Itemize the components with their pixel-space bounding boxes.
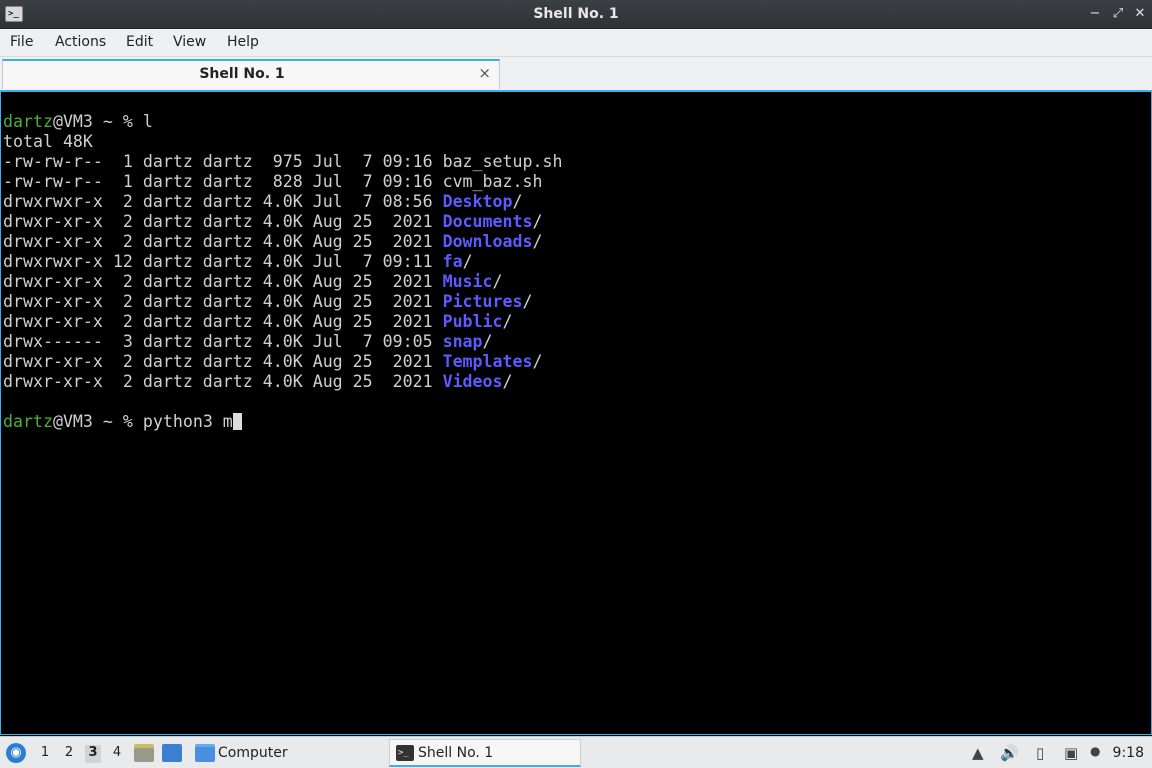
prompt-line: dartz@VM3 ~ % l	[3, 112, 1151, 132]
dir-suffix: /	[502, 312, 513, 331]
menu-edit[interactable]: Edit	[126, 34, 153, 50]
menu-file[interactable]: File	[10, 34, 33, 50]
folder-icon[interactable]	[195, 744, 215, 762]
ls-perm-info: -rw-rw-r-- 1 dartz dartz 828 Jul 7 09:16	[3, 172, 443, 191]
command-text: l	[142, 112, 153, 131]
network-icon[interactable]: ▣	[1064, 744, 1078, 762]
tab-shell-1[interactable]: Shell No. 1 ×	[2, 59, 500, 89]
ls-file-name: baz_setup.sh	[442, 152, 563, 171]
ls-dir-name: Videos	[442, 372, 503, 391]
computer-task-label[interactable]: Computer	[218, 745, 288, 761]
desktop-2-button[interactable]: 2	[61, 745, 77, 763]
dir-suffix: /	[502, 372, 513, 391]
ls-row: -rw-rw-r-- 1 dartz dartz 975 Jul 7 09:16…	[3, 152, 1151, 172]
ls-perm-info: drwx------ 3 dartz dartz 4.0K Jul 7 09:0…	[3, 332, 443, 351]
menu-help[interactable]: Help	[227, 34, 259, 50]
ls-dir-name: Downloads	[442, 232, 533, 251]
ls-dir-name: Templates	[442, 352, 533, 371]
command-text: python3 m	[142, 412, 233, 431]
eject-icon[interactable]: ▲	[972, 744, 984, 762]
ls-perm-info: drwxr-xr-x 2 dartz dartz 4.0K Aug 25 202…	[3, 312, 443, 331]
dir-suffix: /	[522, 292, 533, 311]
ls-row: -rw-rw-r-- 1 dartz dartz 828 Jul 7 09:16…	[3, 172, 1151, 192]
dir-suffix: /	[532, 232, 543, 251]
ls-perm-info: drwxr-xr-x 2 dartz dartz 4.0K Aug 25 202…	[3, 372, 443, 391]
dir-suffix: /	[462, 252, 473, 271]
text-cursor	[232, 413, 242, 430]
ls-row: drwxr-xr-x 2 dartz dartz 4.0K Aug 25 202…	[3, 272, 1151, 292]
prompt-line: dartz@VM3 ~ % python3 m	[3, 412, 1151, 432]
ls-row: drwxr-xr-x 2 dartz dartz 4.0K Aug 25 202…	[3, 312, 1151, 332]
update-notifier-icon[interactable]: ●	[1090, 744, 1100, 758]
ls-dir-name: snap	[442, 332, 483, 351]
dir-suffix: /	[482, 332, 493, 351]
task-shell-1[interactable]: >_ Shell No. 1	[389, 739, 581, 767]
tab-close-icon[interactable]: ×	[478, 64, 491, 82]
ls-dir-name: Music	[442, 272, 493, 291]
ls-perm-info: drwxrwxr-x 12 dartz dartz 4.0K Jul 7 09:…	[3, 252, 443, 271]
ls-dir-name: fa	[442, 252, 463, 271]
file-manager-launcher-icon[interactable]	[134, 744, 154, 762]
ls-row: drwx------ 3 dartz dartz 4.0K Jul 7 09:0…	[3, 332, 1151, 352]
total-line: total 48K	[3, 132, 93, 151]
desktop-1-button[interactable]: 1	[37, 745, 53, 763]
ls-dir-name: Pictures	[442, 292, 523, 311]
ls-perm-info: drwxrwxr-x 2 dartz dartz 4.0K Jul 7 08:5…	[3, 192, 443, 211]
desktop-4-button[interactable]: 4	[109, 745, 125, 763]
ls-perm-info: drwxr-xr-x 2 dartz dartz 4.0K Aug 25 202…	[3, 212, 443, 231]
clock[interactable]: 9:18	[1113, 745, 1144, 761]
prompt-user: dartz	[3, 112, 53, 131]
ls-perm-info: drwxr-xr-x 2 dartz dartz 4.0K Aug 25 202…	[3, 232, 443, 251]
tab-bar: Shell No. 1 ×	[0, 57, 1152, 90]
window-titlebar[interactable]: >_ Shell No. 1 − ⤢ ✕	[0, 0, 1152, 29]
tab-label: Shell No. 1	[199, 66, 285, 82]
dir-suffix: /	[492, 272, 503, 291]
ls-row: drwxrwxr-x 12 dartz dartz 4.0K Jul 7 09:…	[3, 252, 1151, 272]
maximize-button[interactable]: ⤢	[1110, 5, 1126, 23]
ls-perm-info: -rw-rw-r-- 1 dartz dartz 975 Jul 7 09:16	[3, 152, 443, 171]
volume-icon[interactable]: 🔊	[1000, 744, 1019, 762]
task-label: Shell No. 1	[418, 745, 494, 761]
dir-suffix: /	[512, 192, 523, 211]
terminal-output[interactable]: dartz@VM3 ~ % l total 48K -rw-rw-r-- 1 dar…	[0, 90, 1152, 735]
prompt-user: dartz	[3, 412, 53, 431]
start-menu-icon[interactable]: ◉	[6, 743, 26, 763]
taskbar: ◉ 1 2 3 4 Computer >_ Shell No. 1 ▲ 🔊 ▯ …	[0, 736, 1152, 768]
ls-dir-name: Public	[442, 312, 503, 331]
ls-row: drwxr-xr-x 2 dartz dartz 4.0K Aug 25 202…	[3, 352, 1151, 372]
ls-row: drwxrwxr-x 2 dartz dartz 4.0K Jul 7 08:5…	[3, 192, 1151, 212]
menu-view[interactable]: View	[173, 34, 206, 50]
ls-row: drwxr-xr-x 2 dartz dartz 4.0K Aug 25 202…	[3, 292, 1151, 312]
ls-perm-info: drwxr-xr-x 2 dartz dartz 4.0K Aug 25 202…	[3, 352, 443, 371]
ls-perm-info: drwxr-xr-x 2 dartz dartz 4.0K Aug 25 202…	[3, 292, 443, 311]
window-title: Shell No. 1	[533, 6, 619, 22]
ls-dir-name: Desktop	[442, 192, 513, 211]
terminal-icon: >_	[396, 745, 414, 761]
show-desktop-icon[interactable]	[162, 744, 182, 762]
clipboard-icon[interactable]: ▯	[1036, 744, 1044, 762]
dir-suffix: /	[532, 352, 543, 371]
close-button[interactable]: ✕	[1132, 5, 1148, 23]
dir-suffix: /	[532, 212, 543, 231]
ls-dir-name: Documents	[442, 212, 533, 231]
ls-row: drwxr-xr-x 2 dartz dartz 4.0K Aug 25 202…	[3, 372, 1151, 392]
minimize-button[interactable]: −	[1087, 5, 1103, 23]
ls-row: drwxr-xr-x 2 dartz dartz 4.0K Aug 25 202…	[3, 232, 1151, 252]
menu-actions[interactable]: Actions	[55, 34, 106, 50]
ls-row: drwxr-xr-x 2 dartz dartz 4.0K Aug 25 202…	[3, 212, 1151, 232]
ls-perm-info: drwxr-xr-x 2 dartz dartz 4.0K Aug 25 202…	[3, 272, 443, 291]
prompt-host: @VM3 ~ %	[52, 412, 143, 431]
menu-bar: File Actions Edit View Help	[0, 29, 1152, 57]
desktop-3-button[interactable]: 3	[85, 745, 101, 763]
prompt-host: @VM3 ~ %	[52, 112, 143, 131]
ls-file-name: cvm_baz.sh	[442, 172, 543, 191]
